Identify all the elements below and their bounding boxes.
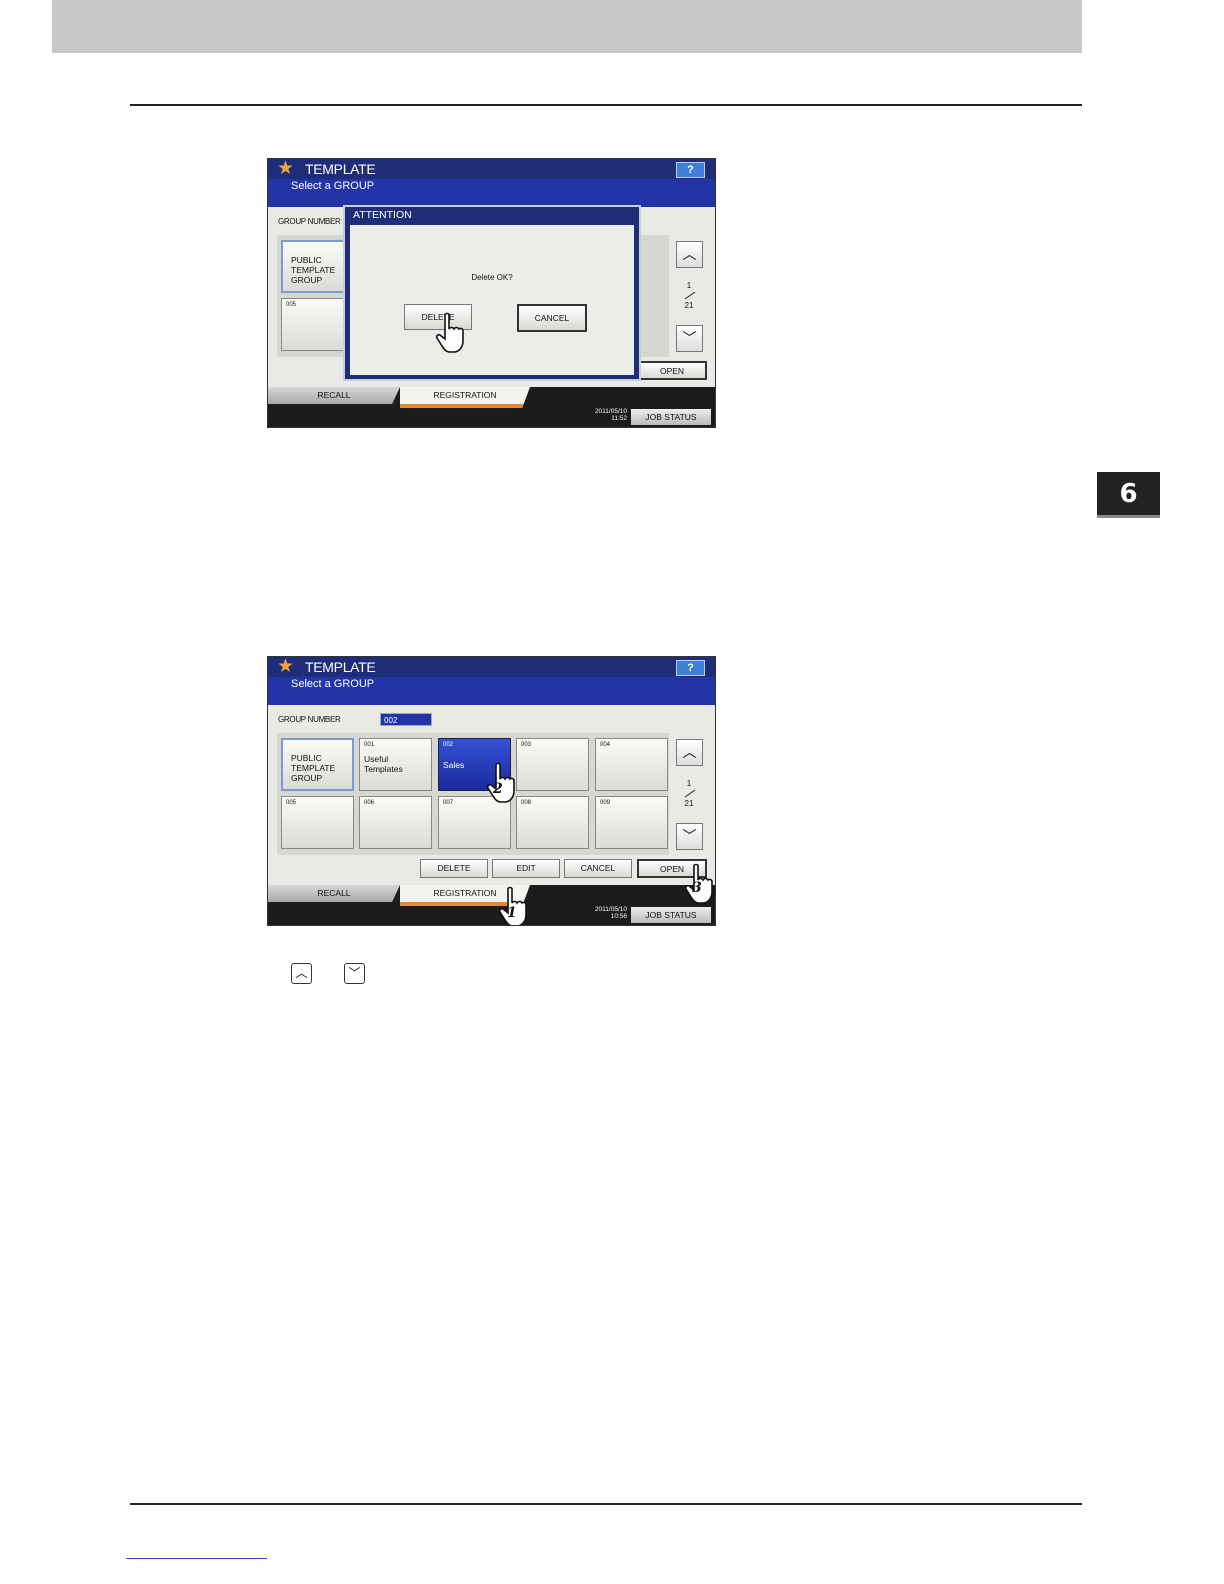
dialog-body: Delete OK? DELETE CANCEL	[350, 225, 634, 375]
screen-title: TEMPLATE	[305, 659, 376, 675]
cancel-button[interactable]: CANCEL	[517, 304, 587, 332]
tile-003[interactable]: 003	[516, 738, 589, 791]
clock-time: 10:56	[610, 913, 627, 920]
footer-rule	[130, 1503, 1082, 1505]
page-total: 21	[684, 301, 694, 310]
star-icon: ★	[277, 158, 295, 179]
tile-004[interactable]: 004	[595, 738, 668, 791]
screen-title: TEMPLATE	[305, 161, 376, 177]
tile-001[interactable]: 001 Useful Templates	[359, 738, 432, 791]
group-number-label: GROUP NUMBER	[278, 217, 341, 226]
tile-005[interactable]: 005	[281, 796, 354, 849]
tile-008[interactable]: 008	[516, 796, 589, 849]
screen-subtitle: Select a GROUP	[291, 180, 375, 192]
cancel-button[interactable]: CANCEL	[564, 859, 632, 878]
screen-header: ★ TEMPLATE Select a GROUP ?	[268, 657, 715, 705]
chapter-tab[interactable]: 6	[1097, 472, 1160, 518]
delete-button[interactable]: DELETE	[420, 859, 488, 878]
dialog-message: Delete OK?	[471, 273, 513, 282]
page-current: 1	[686, 779, 692, 788]
tile-009[interactable]: 009	[595, 796, 668, 849]
chevron-down-icon: ﹀	[344, 963, 365, 984]
page-separator	[684, 291, 696, 300]
page-separator	[684, 789, 696, 798]
header-rule	[130, 104, 1082, 106]
scroll-down-button[interactable]: ﹀	[676, 823, 703, 850]
step-marker-1: 1	[507, 905, 517, 921]
chevron-up-icon: ︿	[682, 744, 697, 760]
tab-registration[interactable]: REGISTRATION	[400, 387, 530, 408]
dialog-title: ATTENTION	[353, 209, 412, 221]
job-status-button[interactable]: JOB STATUS	[631, 907, 711, 923]
group-grid: PUBLIC TEMPLATE GROUP 001 Useful Templat…	[277, 733, 669, 855]
chevron-down-icon: ﹀	[682, 330, 697, 346]
chevron-up-icon: ︿	[291, 963, 312, 984]
chevron-down-icon: ﹀	[682, 828, 697, 844]
step-marker-2: 2	[493, 781, 503, 797]
help-button[interactable]: ?	[676, 162, 705, 178]
screen-subtitle: Select a GROUP	[291, 678, 375, 690]
tab-recall[interactable]: RECALL	[268, 387, 400, 404]
footer-link[interactable]	[126, 1558, 267, 1559]
clock: 2011/05/10 10:56	[595, 906, 627, 920]
scroll-up-button[interactable]: ︿	[676, 739, 703, 766]
edit-button[interactable]: EDIT	[492, 859, 560, 878]
screenshot-select-group: ★ TEMPLATE Select a GROUP ? GROUP NUMBER…	[267, 656, 716, 926]
bottom-bar: RECALL REGISTRATION 2011/05/10 11:52 JOB…	[268, 387, 715, 427]
page-current: 1	[686, 281, 692, 290]
star-icon: ★	[277, 656, 295, 677]
chevron-up-icon: ︿	[682, 246, 697, 262]
page-total: 21	[684, 799, 694, 808]
clock: 2011/05/10 11:52	[595, 408, 627, 422]
pointing-hand-icon	[433, 311, 469, 355]
clock-date: 2011/05/10	[594, 408, 627, 415]
step-marker-3: 3	[692, 880, 702, 896]
bottom-bar: RECALL REGISTRATION 2011/05/10 10:56 JOB…	[268, 885, 715, 925]
clock-date: 2011/05/10	[594, 906, 627, 913]
open-button[interactable]: OPEN	[637, 361, 707, 380]
group-number-label: GROUP NUMBER	[278, 715, 341, 724]
tile-public-template-group[interactable]: PUBLIC TEMPLATE GROUP	[281, 738, 354, 791]
scroll-down-button[interactable]: ﹀	[676, 325, 703, 352]
group-number-field[interactable]: 002	[380, 713, 432, 726]
help-button[interactable]: ?	[676, 660, 705, 676]
tab-recall[interactable]: RECALL	[268, 885, 400, 902]
screenshot-delete-confirm: ★ TEMPLATE Select a GROUP ? GROUP NUMBER…	[267, 158, 716, 428]
scroll-up-button[interactable]: ︿	[676, 241, 703, 268]
screen-header: ★ TEMPLATE Select a GROUP ?	[268, 159, 715, 207]
tile-006[interactable]: 006	[359, 796, 432, 849]
header-band	[52, 0, 1082, 53]
clock-time: 11:52	[611, 415, 627, 422]
job-status-button[interactable]: JOB STATUS	[631, 409, 711, 425]
attention-dialog: ATTENTION Delete OK? DELETE CANCEL	[343, 205, 641, 381]
